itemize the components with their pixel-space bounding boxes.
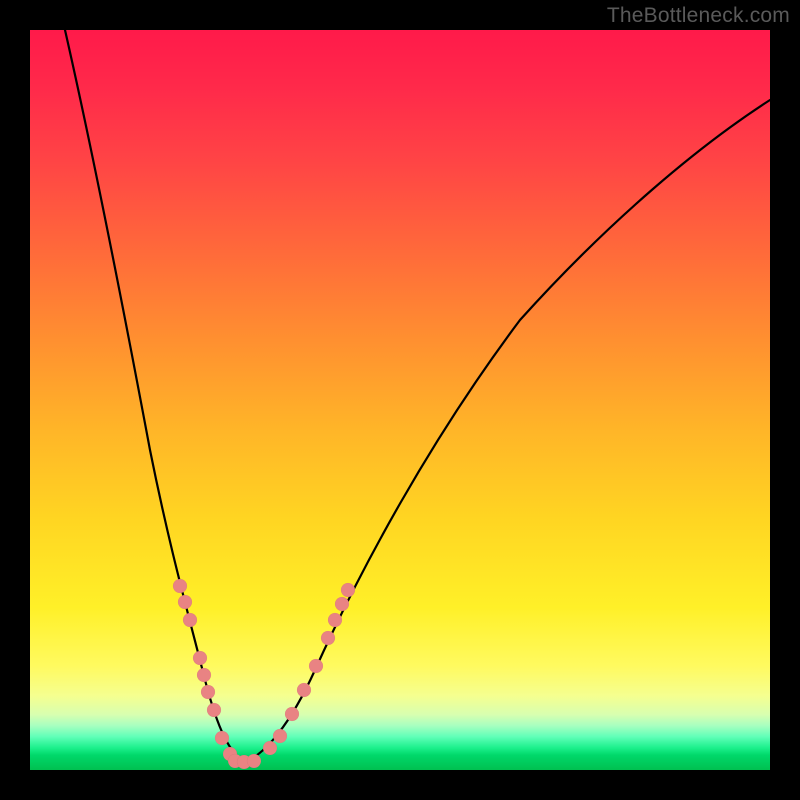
dot bbox=[207, 703, 221, 717]
dots-right bbox=[263, 583, 355, 755]
dot bbox=[273, 729, 287, 743]
watermark-text: TheBottleneck.com bbox=[607, 4, 790, 28]
dot bbox=[201, 685, 215, 699]
dot bbox=[178, 595, 192, 609]
dot bbox=[193, 651, 207, 665]
dot bbox=[285, 707, 299, 721]
dot bbox=[335, 597, 349, 611]
left-curve bbox=[65, 30, 245, 762]
dot bbox=[297, 683, 311, 697]
dot bbox=[183, 613, 197, 627]
dot bbox=[263, 741, 277, 755]
dot bbox=[197, 668, 211, 682]
dot bbox=[328, 613, 342, 627]
dot bbox=[173, 579, 187, 593]
dot bbox=[341, 583, 355, 597]
dots-left bbox=[173, 579, 237, 761]
dot bbox=[309, 659, 323, 673]
dot bbox=[321, 631, 335, 645]
dot bbox=[247, 754, 261, 768]
dot bbox=[215, 731, 229, 745]
chart-svg bbox=[30, 30, 770, 770]
right-curve bbox=[245, 100, 770, 762]
dots-bottom bbox=[228, 754, 261, 769]
chart-frame bbox=[30, 30, 770, 770]
